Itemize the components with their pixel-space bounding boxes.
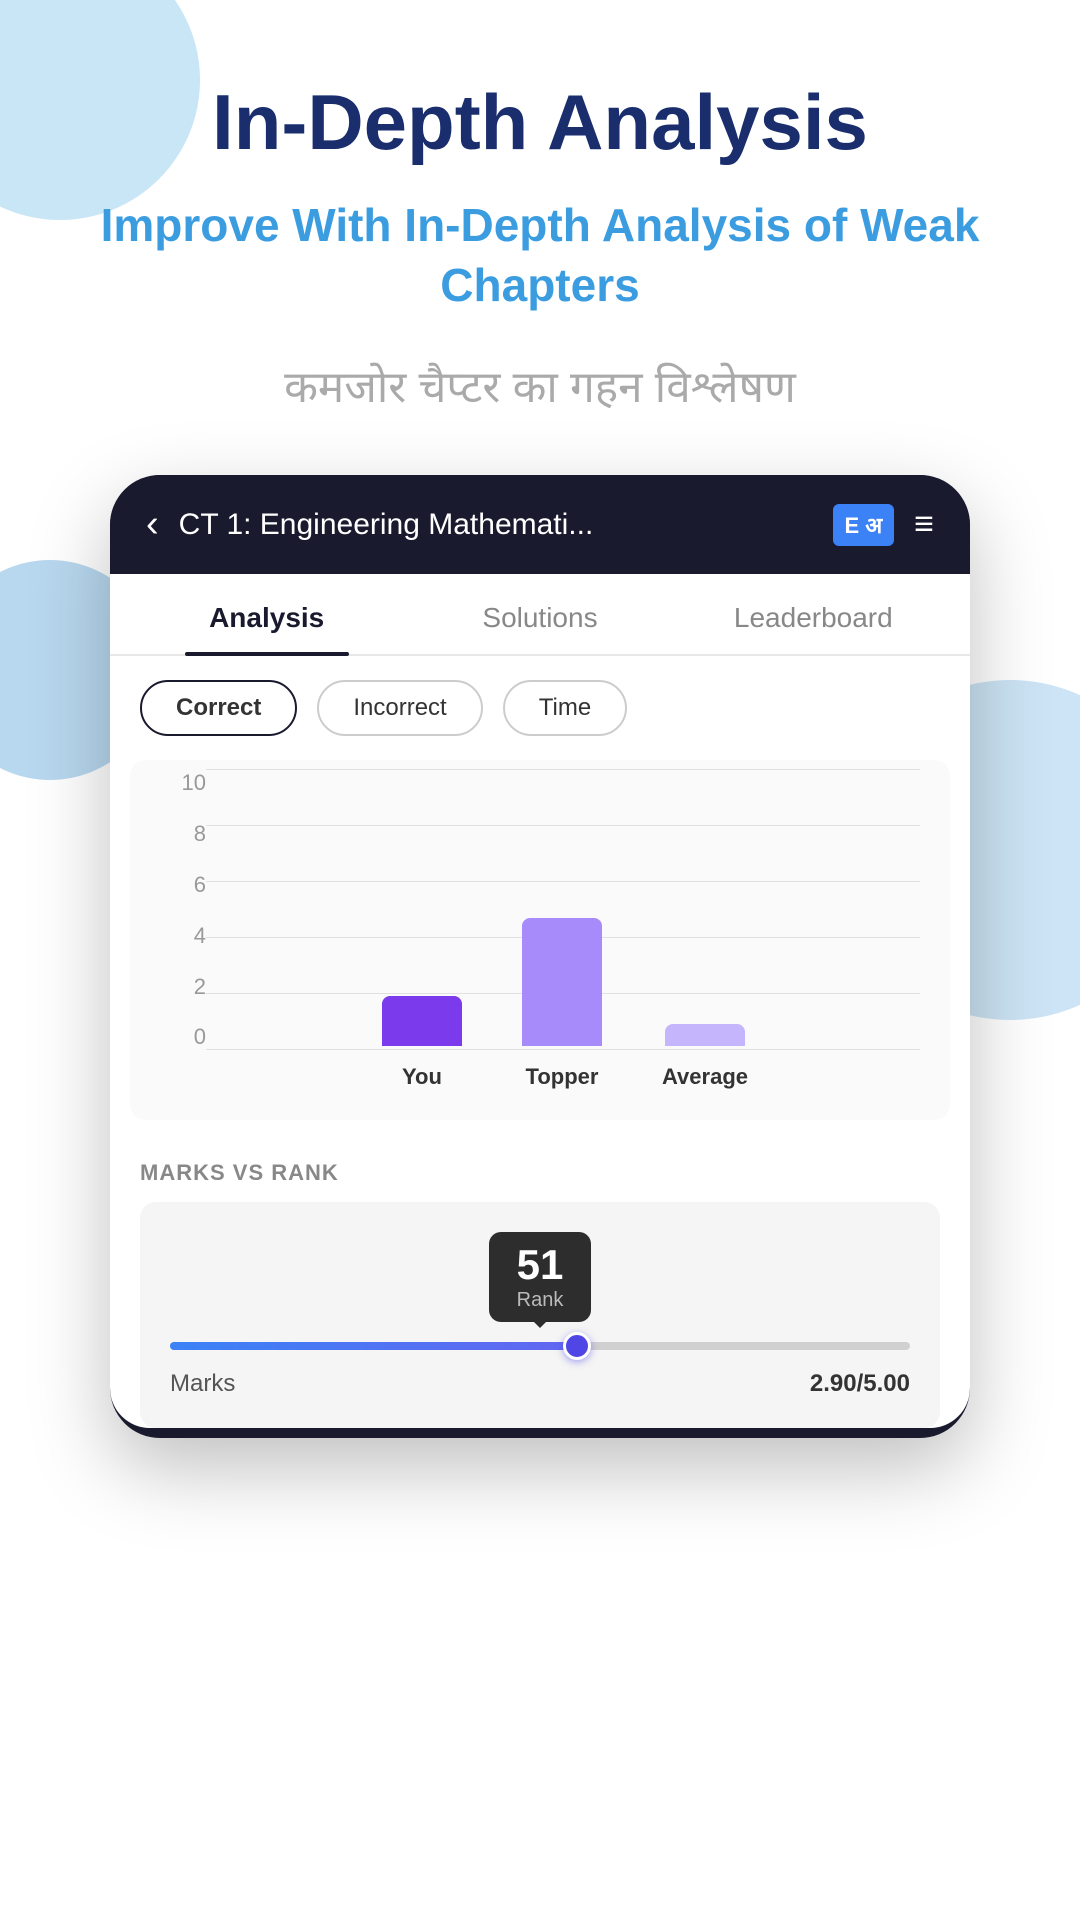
tab-bar: Analysis Solutions Leaderboard: [110, 574, 970, 656]
slider-container[interactable]: [170, 1342, 910, 1350]
slider-thumb[interactable]: [563, 1332, 591, 1360]
filter-buttons: Correct Incorrect Time: [110, 656, 970, 760]
y-label-4: 4: [160, 923, 206, 949]
chart-container: 0 2 4 6 8 10: [160, 770, 920, 1090]
rank-tooltip-container: 51 Rank: [170, 1232, 910, 1321]
bar-topper-bar: [522, 918, 602, 1047]
bars-group: You Topper Average: [210, 810, 920, 1090]
marks-rank-card: 51 Rank Marks 2.90/5.00: [140, 1202, 940, 1427]
header-title: CT 1: Engineering Mathemati...: [179, 508, 813, 542]
y-label-0: 0: [160, 1024, 206, 1050]
bar-average: Average: [662, 1024, 748, 1090]
phone-body: Analysis Solutions Leaderboard Correct I…: [110, 574, 970, 1427]
tab-analysis[interactable]: Analysis: [130, 574, 403, 654]
rank-label: Rank: [517, 1289, 564, 1312]
marks-rank-section: MARKS VS RANK 51 Rank: [110, 1140, 970, 1427]
slider-fill: [170, 1342, 577, 1350]
marks-label: Marks: [170, 1370, 235, 1398]
y-label-2: 2: [160, 974, 206, 1000]
filter-correct[interactable]: Correct: [140, 680, 297, 736]
edu-icon: E अ: [833, 504, 895, 546]
bar-average-label: Average: [662, 1064, 748, 1090]
slider-track: [170, 1342, 910, 1350]
bar-you-label: You: [402, 1064, 442, 1090]
tab-solutions[interactable]: Solutions: [403, 574, 676, 654]
y-label-8: 8: [160, 821, 206, 847]
marks-row: Marks 2.90/5.00: [170, 1370, 910, 1398]
bar-topper: Topper: [522, 918, 602, 1091]
tab-leaderboard[interactable]: Leaderboard: [677, 574, 950, 654]
marks-value: 2.90/5.00: [810, 1370, 910, 1398]
menu-icon[interactable]: ≡: [914, 505, 934, 544]
phone-mockup: ‹ CT 1: Engineering Mathemati... E अ ≡ A…: [110, 475, 970, 1437]
page-main-title: In-Depth Analysis: [60, 0, 1020, 166]
header-icons: E अ ≡: [833, 504, 934, 546]
y-axis: 0 2 4 6 8 10: [160, 770, 206, 1050]
y-label-6: 6: [160, 872, 206, 898]
bar-you: You: [382, 996, 462, 1090]
marks-rank-title: MARKS VS RANK: [140, 1160, 940, 1186]
chart-area: 0 2 4 6 8 10: [130, 760, 950, 1120]
phone-header: ‹ CT 1: Engineering Mathemati... E अ ≡: [110, 475, 970, 574]
hindi-subtitle: कमजोर चैप्टर का गहन विश्लेषण: [60, 355, 1020, 415]
bar-you-bar: [382, 996, 462, 1046]
rank-number: 51: [517, 1242, 564, 1288]
back-button[interactable]: ‹: [146, 503, 159, 546]
y-label-10: 10: [160, 770, 206, 796]
bar-average-bar: [665, 1024, 745, 1046]
grid-line-100: [206, 769, 920, 770]
filter-time[interactable]: Time: [503, 680, 627, 736]
page-subtitle: Improve With In-Depth Analysis of Weak C…: [60, 196, 1020, 316]
bar-topper-label: Topper: [526, 1064, 599, 1090]
rank-tooltip: 51 Rank: [489, 1232, 592, 1321]
filter-incorrect[interactable]: Incorrect: [317, 680, 482, 736]
